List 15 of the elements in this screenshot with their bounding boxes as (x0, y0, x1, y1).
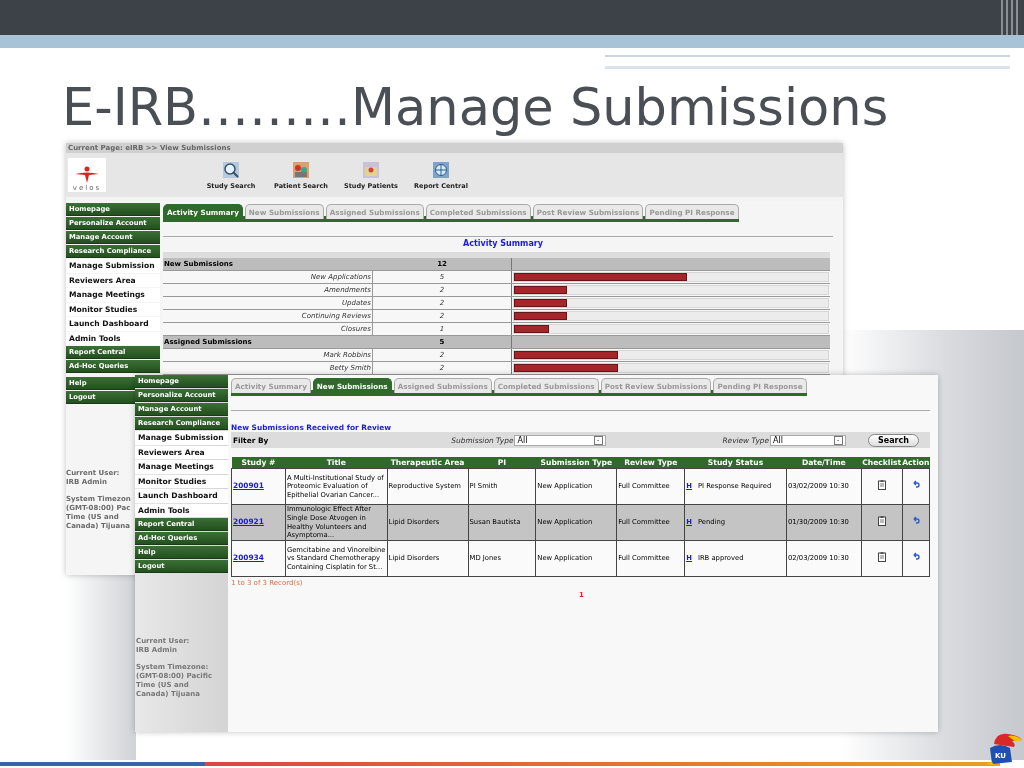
undo-arrow-icon[interactable] (911, 552, 920, 563)
globe-icon (432, 160, 450, 179)
slide-title: E-IRB………Manage Submissions (62, 78, 889, 138)
magnifier-icon (222, 160, 240, 179)
people-icon (292, 160, 310, 179)
undo-arrow-icon[interactable] (911, 516, 920, 527)
clipboard-icon[interactable] (877, 480, 886, 491)
undo-arrow-icon[interactable] (911, 480, 920, 491)
search-button[interactable]: Search (868, 433, 919, 447)
submission-type-dropdown[interactable]: All (514, 434, 607, 446)
section-heading: Activity Summary (462, 239, 544, 248)
clipboard-icon[interactable] (877, 516, 886, 527)
folder-icon (362, 160, 380, 179)
review-type-dropdown[interactable]: All (770, 434, 846, 446)
clipboard-icon[interactable] (877, 552, 886, 563)
